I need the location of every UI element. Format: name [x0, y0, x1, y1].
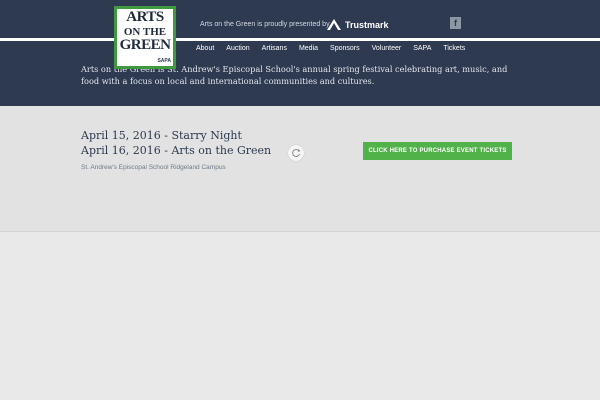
site-header: Arts on the Green is proudly presented b… [0, 0, 600, 106]
nav-item-sponsors[interactable]: Sponsors [324, 44, 366, 56]
nav-item-artisans[interactable]: Artisans [256, 44, 293, 56]
purchase-tickets-button[interactable]: CLICK HERE TO PURCHASE EVENT TICKETS [363, 142, 512, 160]
refresh-spinner-icon [288, 145, 304, 161]
logo-line-arts: ARTS [126, 9, 164, 25]
event-date-arts-on-the-green: April 16, 2016 - Arts on the Green [81, 144, 272, 157]
header-divider [0, 38, 600, 41]
nav-item-media[interactable]: Media [293, 44, 324, 56]
event-location: St. Andrew's Episcopal School Ridgeland … [81, 164, 226, 171]
facebook-icon[interactable]: f [450, 17, 461, 29]
nav-item-auction[interactable]: Auction [220, 44, 255, 56]
nav-item-about[interactable]: About [190, 44, 220, 56]
site-logo[interactable]: ARTS ON THE GREEN SAPA [114, 6, 176, 69]
logo-line-green: GREEN [119, 37, 171, 53]
nav-item-tickets[interactable]: Tickets [437, 44, 471, 56]
presented-by-text: Arts on the Green is proudly presented b… [200, 21, 330, 28]
sapa-badge: SAPA [157, 58, 171, 64]
event-date-starry-night: April 15, 2016 - Starry Night [81, 129, 242, 142]
sponsor-logo-link[interactable]: Trustmark [326, 18, 389, 32]
sponsor-name: Trustmark [345, 20, 389, 30]
trustmark-logo-icon [327, 19, 341, 30]
nav-item-volunteer[interactable]: Volunteer [366, 44, 408, 56]
section-divider [0, 231, 600, 232]
nav-item-sapa[interactable]: SAPA [407, 44, 437, 56]
main-nav: About Auction Artisans Media Sponsors Vo… [190, 44, 471, 56]
